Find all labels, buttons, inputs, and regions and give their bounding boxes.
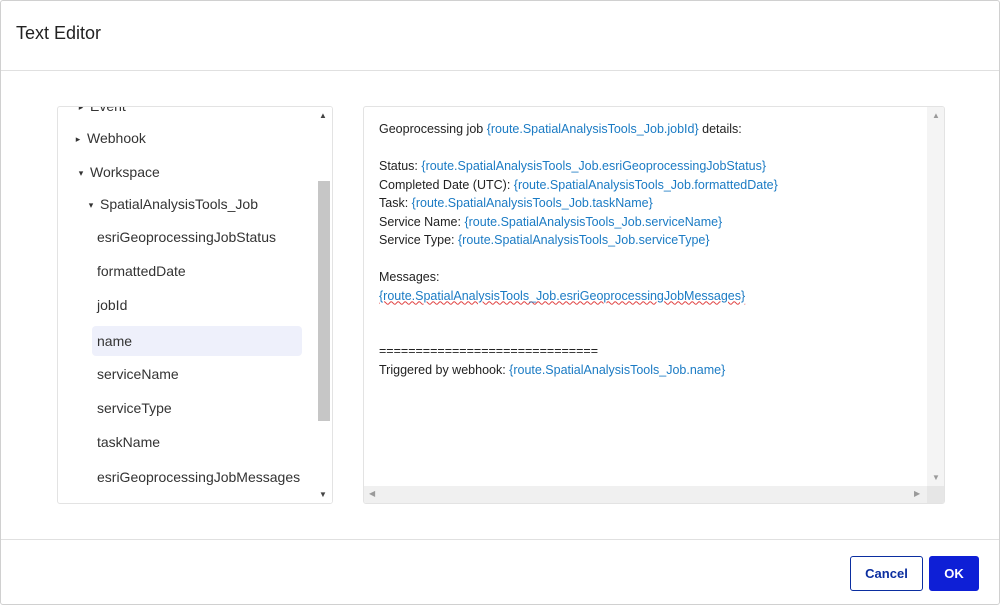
field-reference: {route.SpatialAnalysisTools_Job.name}	[509, 362, 726, 377]
tree-field-esrigeoprocessingjobmessages[interactable]: esriGeoprocessingJobMessages	[97, 460, 300, 494]
editor-horizontal-scrollbar[interactable]: ◀ ▶	[364, 486, 929, 503]
editor-content[interactable]: Geoprocessing job {route.SpatialAnalysis…	[379, 120, 778, 379]
editor-vertical-scrollbar[interactable]: ▲ ▼	[927, 107, 944, 487]
text-editor-dialog: Text Editor ▸ Event ▸ Webhook ▾ Workspace ▾…	[0, 0, 1000, 605]
scroll-up-icon[interactable]: ▲	[932, 111, 940, 120]
editor-line-10: Triggered by webhook: {route.SpatialAnal…	[379, 362, 726, 377]
dialog-footer: Cancel OK	[1, 539, 999, 605]
scroll-right-icon[interactable]: ▶	[914, 489, 920, 498]
field-reference: {route.SpatialAnalysisTools_Job.serviceT…	[457, 233, 710, 247]
tree-field-esrigeoprocessingjobstatus[interactable]: esriGeoprocessingJobStatus	[97, 220, 276, 254]
tree-field-name[interactable]: name	[92, 326, 302, 356]
tree-item-label: Workspace	[90, 164, 160, 180]
scrollbar-corner	[927, 486, 944, 503]
field-reference: {route.SpatialAnalysisTools_Job.jobId}	[486, 122, 699, 136]
dialog-title: Text Editor	[16, 23, 102, 43]
tree-item-workspace[interactable]: ▾ Workspace	[76, 155, 160, 189]
editor-line-5: Service Name: {route.SpatialAnalysisTool…	[379, 214, 723, 229]
scroll-down-icon[interactable]: ▼	[932, 473, 940, 482]
caret-down-icon[interactable]: ▾	[76, 156, 86, 190]
tree-item-label: Event	[90, 106, 126, 114]
tree-field-servicename[interactable]: serviceName	[97, 357, 179, 391]
tree-item-webhook[interactable]: ▸ Webhook	[73, 121, 146, 155]
field-reference: {route.SpatialAnalysisTools_Job.serviceN…	[464, 214, 723, 229]
tree-field-servicetype[interactable]: serviceType	[97, 391, 172, 425]
tree-item-label: SpatialAnalysisTools_Job	[100, 196, 258, 212]
editor-line-2: Status: {route.SpatialAnalysisTools_Job.…	[379, 159, 767, 173]
editor-line-6: Service Type: {route.SpatialAnalysisTool…	[379, 233, 710, 247]
text-editor-area[interactable]: Geoprocessing job {route.SpatialAnalysis…	[363, 106, 945, 504]
field-reference: {route.SpatialAnalysisTools_Job.taskName…	[411, 196, 653, 210]
tree-item-label: Webhook	[87, 130, 146, 146]
scroll-down-icon[interactable]: ▼	[319, 490, 327, 499]
field-reference-misspelled: {route.SpatialAnalysisTools_Job.esriGeop…	[379, 288, 746, 303]
dialog-header: Text Editor	[1, 1, 999, 71]
field-reference: {route.SpatialAnalysisTools_Job.esriGeop…	[421, 159, 767, 173]
tree-scrollbar-thumb[interactable]	[318, 181, 330, 421]
tree-field-taskname[interactable]: taskName	[97, 425, 160, 459]
tree-field-jobid[interactable]: jobId	[97, 288, 127, 322]
tree-item-spatialanalysistools-job[interactable]: ▾ SpatialAnalysisTools_Job	[86, 187, 258, 221]
editor-line-4: Task: {route.SpatialAnalysisTools_Job.ta…	[379, 196, 653, 210]
ok-button[interactable]: OK	[929, 556, 979, 591]
field-tree-panel[interactable]: ▸ Event ▸ Webhook ▾ Workspace ▾ SpatialAnaly…	[57, 106, 333, 504]
scroll-up-icon[interactable]: ▲	[319, 111, 327, 120]
editor-line-7: Messages:	[379, 270, 440, 284]
caret-right-icon[interactable]: ▸	[73, 122, 83, 156]
scroll-left-icon[interactable]: ◀	[369, 489, 375, 498]
editor-line-9: ==============================	[379, 344, 598, 358]
field-reference: {route.SpatialAnalysisTools_Job.formatte…	[513, 177, 778, 192]
editor-line-1: Geoprocessing job {route.SpatialAnalysis…	[379, 122, 742, 136]
editor-line-3: Completed Date (UTC): {route.SpatialAnal…	[379, 177, 778, 192]
cancel-button[interactable]: Cancel	[850, 556, 923, 591]
tree-field-formatteddate[interactable]: formattedDate	[97, 254, 186, 288]
caret-down-icon[interactable]: ▾	[86, 188, 96, 222]
tree-scrollbar[interactable]: ▲ ▼	[314, 107, 332, 503]
